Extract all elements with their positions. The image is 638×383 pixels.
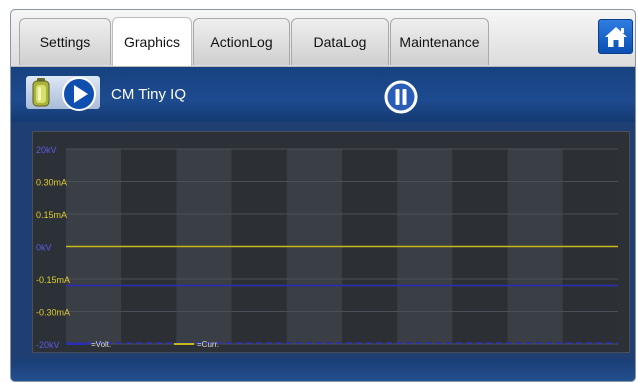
tab-label: Maintenance [399,34,480,50]
y-tick-label: 0.30mA [36,178,67,188]
legend-label-volt: =Volt. [91,340,111,349]
play-icon[interactable] [61,76,97,112]
tab-label: ActionLog [210,34,273,50]
device-name: CM Tiny IQ [111,86,187,103]
tab-label: Settings [39,34,91,50]
tab-datalog[interactable]: DataLog [291,18,389,65]
tab-bar: Settings Graphics ActionLog DataLog Main… [11,10,635,67]
legend-label-curr: =Curr. [197,340,219,349]
tab-label: DataLog [313,34,367,50]
y-tick-label: -0.30mA [36,308,70,318]
main-window: Settings Graphics ActionLog DataLog Main… [11,10,635,381]
y-tick-label: 20kV [36,145,57,155]
y-tick-label: 0kV [36,243,52,253]
y-tick-label: 0.15mA [36,210,67,220]
home-icon [604,26,627,47]
home-button[interactable] [598,19,633,54]
tab-graphics[interactable]: Graphics [112,17,192,66]
pause-icon[interactable] [384,80,418,114]
voltage-current-chart: 20kV 0.30mA 0.15mA 0kV -0.15mA -0.30mA -20kV =V… [36,145,618,350]
y-tick-label: -20kV [36,340,60,350]
bottom-bar [11,358,635,381]
y-tick-label: -0.15mA [36,275,70,285]
chart-panel: 20kV 0.30mA 0.15mA 0kV -0.15mA -0.30mA -20kV =V… [32,131,630,353]
tab-settings[interactable]: Settings [19,18,111,65]
battery-icon[interactable] [30,77,52,107]
tab-actionlog[interactable]: ActionLog [193,18,290,65]
graph-toolbar: CM Tiny IQ [11,67,635,122]
tab-maintenance[interactable]: Maintenance [390,18,489,65]
tab-label: Graphics [123,34,181,50]
